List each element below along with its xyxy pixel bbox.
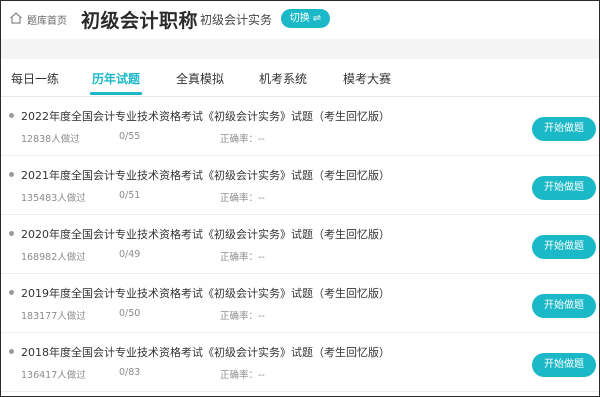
paper-row: 2018年度全国会计专业技术资格考试《初级会计实务》试题（考生回忆版） 1364… [1,333,599,392]
paper-title[interactable]: 2022年度全国会计专业技术资格考试《初级会计实务》试题（考生回忆版） [21,108,390,124]
header: 题库首页 初级会计职称 初级会计实务 切换 ⇌ [1,1,599,39]
bullet-dot [9,113,14,118]
paper-row: 2020年度全国会计专业技术资格考试《初级会计实务》试题（考生回忆版） 1689… [1,215,599,274]
switch-arrows-icon: ⇌ [312,13,322,24]
paper-row: 2019年度全国会计专业技术资格考试《初级会计实务》试题（考生回忆版） 1831… [1,274,599,333]
paper-row: 2022年度全国会计专业技术资格考试《初级会计实务》试题（考生回忆版） 1283… [1,97,599,156]
attempt-count: 168982人做过 [21,252,86,263]
tab-bar: 每日一练 历年试题 全真模拟 机考系统 模考大赛 [1,59,599,97]
paper-title[interactable]: 2020年度全国会计专业技术资格考试《初级会计实务》试题（考生回忆版） [21,226,390,242]
start-practice-button[interactable]: 开始做题 [532,294,596,318]
progress-count: 0/55 [119,131,141,142]
paper-title[interactable]: 2018年度全国会计专业技术资格考试《初级会计实务》试题（考生回忆版） [21,344,390,360]
switch-button[interactable]: 切换 ⇌ [281,9,330,28]
active-tab-indicator [90,92,142,95]
tab-mock-contest[interactable]: 模考大赛 [343,70,391,87]
accuracy-rate: 正确率：-- [220,252,265,263]
paper-list: 2022年度全国会计专业技术资格考试《初级会计实务》试题（考生回忆版） 1283… [1,97,599,392]
paper-title[interactable]: 2019年度全国会计专业技术资格考试《初级会计实务》试题（考生回忆版） [21,285,390,301]
accuracy-rate: 正确率：-- [220,193,265,204]
accuracy-rate: 正确率：-- [220,134,265,145]
bullet-dot [9,349,14,354]
start-practice-button[interactable]: 开始做题 [532,117,596,141]
paper-title[interactable]: 2021年度全国会计专业技术资格考试《初级会计实务》试题（考生回忆版） [21,167,390,183]
progress-count: 0/51 [119,190,141,201]
page-title: 初级会计职称 [81,10,199,32]
start-practice-button[interactable]: 开始做题 [532,235,596,259]
bullet-dot [9,172,14,177]
attempt-count: 135483人做过 [21,193,86,204]
start-practice-button[interactable]: 开始做题 [532,353,596,377]
header-divider-band [1,39,599,59]
accuracy-rate: 正确率：-- [220,370,265,381]
subject-subtitle: 初级会计实务 [200,13,273,27]
tab-daily-practice[interactable]: 每日一练 [11,70,59,87]
tab-mock-exams[interactable]: 全真模拟 [176,70,224,87]
bullet-dot [9,231,14,236]
switch-label: 切换 [289,13,310,24]
attempt-count: 12838人做过 [21,134,80,145]
attempt-count: 136417人做过 [21,370,86,381]
progress-count: 0/83 [119,367,141,378]
progress-count: 0/49 [119,249,141,260]
paper-row: 2021年度全国会计专业技术资格考试《初级会计实务》试题（考生回忆版） 1354… [1,156,599,215]
progress-count: 0/50 [119,308,141,319]
bullet-dot [9,290,14,295]
start-practice-button[interactable]: 开始做题 [532,176,596,200]
tab-past-exams[interactable]: 历年试题 [92,70,140,87]
accuracy-rate: 正确率：-- [220,311,265,322]
home-icon[interactable] [9,11,23,25]
home-link[interactable]: 题库首页 [27,12,67,27]
attempt-count: 183177人做过 [21,311,86,322]
tab-computer-exam-system[interactable]: 机考系统 [259,70,307,87]
